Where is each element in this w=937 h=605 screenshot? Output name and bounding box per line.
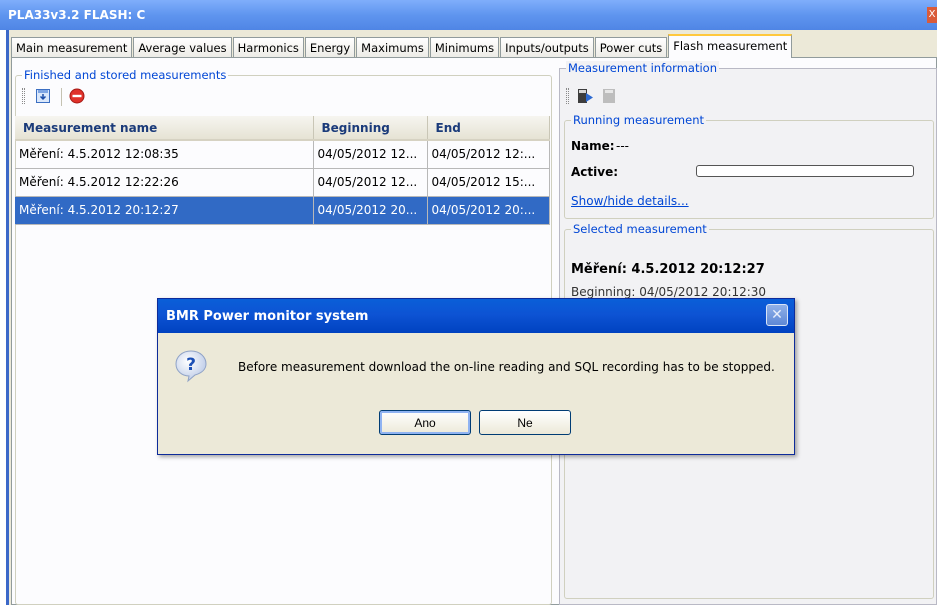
cell-name: Měření: 4.5.2012 12:08:35	[15, 140, 314, 169]
cell-end: 04/05/2012 12:...	[427, 140, 550, 169]
yes-button[interactable]: Ano	[379, 410, 471, 435]
window-close-button[interactable]: X	[927, 7, 937, 23]
question-icon: ?	[174, 349, 207, 383]
tab-energy[interactable]: Energy	[304, 37, 356, 58]
tab-power-cuts[interactable]: Power cuts	[594, 37, 668, 58]
column-header-beginning[interactable]: Beginning	[313, 116, 428, 141]
dialog-message: Before measurement download the on-line …	[238, 360, 775, 374]
show-hide-details-link[interactable]: Show/hide details...	[571, 194, 689, 208]
cell-name: Měření: 4.5.2012 20:12:27	[15, 196, 314, 225]
running-measurement-legend: Running measurement	[571, 113, 707, 127]
dialog-titlebar: BMR Power monitor system ✕	[158, 299, 794, 333]
stored-measurements-legend: Finished and stored measurements	[22, 68, 229, 82]
measurement-info-legend: Measurement information	[566, 61, 719, 75]
cell-beginning: 04/05/2012 12...	[313, 140, 428, 169]
stored-toolbar	[20, 82, 140, 110]
toolbar-separator	[61, 88, 62, 106]
table-header-row: Measurement name Beginning End	[15, 116, 550, 141]
column-header-name[interactable]: Measurement name	[15, 116, 314, 141]
tab-maximums[interactable]: Maximums	[356, 37, 429, 58]
stop-recording-icon[interactable]	[599, 86, 619, 106]
measurements-table: Measurement name Beginning End Měření: 4…	[15, 116, 550, 225]
window-title: PLA33v3.2 FLASH: C	[8, 8, 146, 22]
delete-icon[interactable]	[67, 86, 87, 106]
column-header-end[interactable]: End	[427, 116, 550, 141]
window-titlebar: PLA33v3.2 FLASH: C X	[0, 0, 937, 30]
tab-minimums[interactable]: Minimums	[429, 37, 500, 58]
selected-measurement-title: Měření: 4.5.2012 20:12:27	[571, 262, 765, 277]
cell-beginning: 04/05/2012 20...	[313, 196, 428, 225]
table-row[interactable]: Měření: 4.5.2012 12:08:35 04/05/2012 12.…	[15, 140, 550, 169]
running-name-label: Name:	[571, 139, 615, 153]
info-toolbar	[564, 82, 684, 110]
svg-text:?: ?	[186, 355, 196, 375]
toolbar-grip	[566, 88, 569, 104]
cell-name: Měření: 4.5.2012 12:22:26	[15, 168, 314, 197]
running-name-value: ---	[616, 139, 629, 153]
tab-strip: Main measurement Average values Harmonic…	[11, 34, 793, 58]
dialog-title: BMR Power monitor system	[166, 309, 369, 324]
cell-end: 04/05/2012 20:...	[427, 196, 550, 225]
table-row-selected[interactable]: Měření: 4.5.2012 20:12:27 04/05/2012 20.…	[15, 196, 550, 225]
selected-measurement-beginning: Beginning: 04/05/2012 20:12:30	[571, 285, 767, 298]
start-recording-icon[interactable]	[575, 86, 595, 106]
table-row[interactable]: Měření: 4.5.2012 12:22:26 04/05/2012 12.…	[15, 168, 550, 197]
download-icon[interactable]	[33, 86, 53, 106]
tab-average-values[interactable]: Average values	[133, 37, 232, 58]
selected-measurement-legend: Selected measurement	[571, 222, 709, 236]
toolbar-grip	[22, 88, 25, 104]
confirm-dialog: BMR Power monitor system ✕ ? Before meas…	[157, 298, 795, 455]
cell-end: 04/05/2012 15:...	[427, 168, 550, 197]
tab-harmonics[interactable]: Harmonics	[232, 37, 304, 58]
no-button[interactable]: Ne	[479, 410, 571, 435]
tab-inputs-outputs[interactable]: Inputs/outputs	[500, 37, 594, 58]
dialog-close-button[interactable]: ✕	[766, 304, 788, 326]
active-progress-bar	[696, 165, 914, 177]
running-active-label: Active:	[571, 165, 619, 179]
cell-beginning: 04/05/2012 12...	[313, 168, 428, 197]
tab-flash-measurement[interactable]: Flash measurement	[668, 34, 793, 58]
tab-main-measurement[interactable]: Main measurement	[11, 37, 133, 58]
